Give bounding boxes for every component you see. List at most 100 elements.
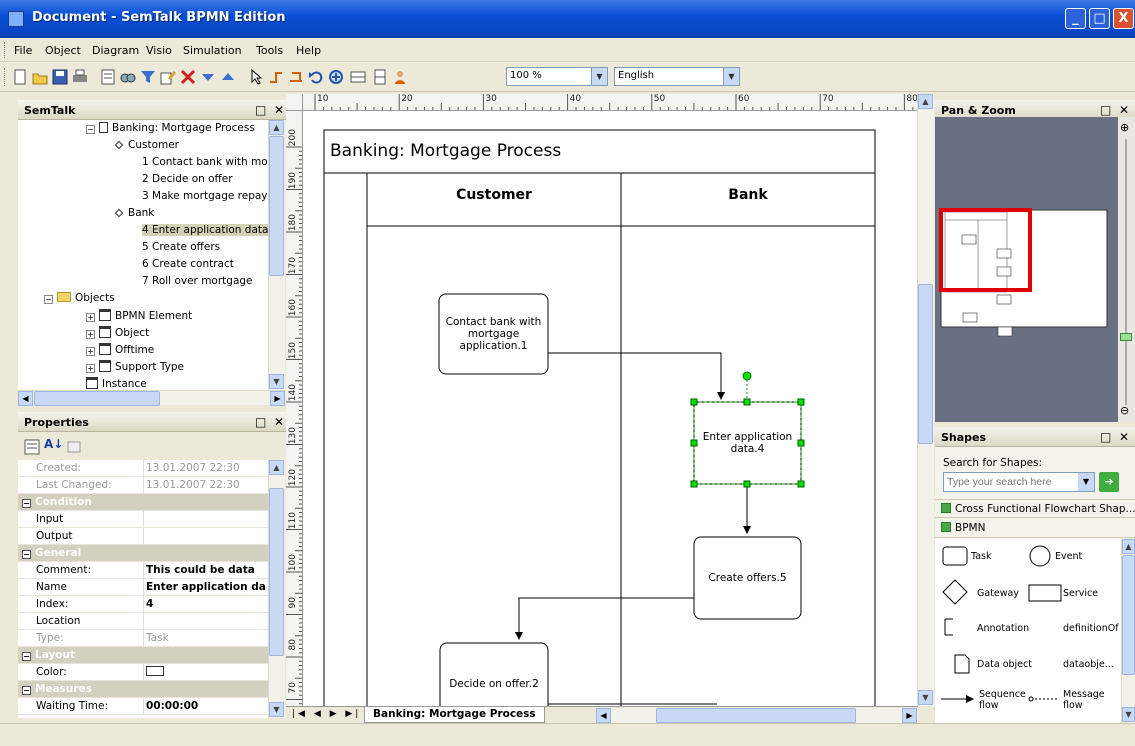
collapse-icon[interactable]: − [22, 652, 31, 661]
menu-visio[interactable]: Visio [146, 44, 172, 57]
tree-item[interactable]: + Support Type [86, 360, 184, 377]
shape-message-flow[interactable]: Message flow [1063, 689, 1105, 711]
rotation-handle[interactable] [742, 371, 752, 381]
close-button[interactable]: X [1113, 8, 1134, 29]
tree-item[interactable]: + BPMN Element [86, 309, 192, 326]
open-icon[interactable] [32, 69, 48, 85]
collapse-icon[interactable]: − [86, 125, 95, 134]
property-pages-icon[interactable] [66, 439, 82, 458]
property-value[interactable]: 4 [146, 598, 153, 610]
property-row[interactable]: Name Enter application da [18, 579, 268, 596]
chevron-down-icon[interactable]: ▼ [1078, 473, 1094, 491]
scroll-down-icon[interactable]: ▼ [269, 374, 284, 389]
tree-item[interactable]: Customer [114, 139, 179, 156]
property-row[interactable]: Output [18, 528, 268, 545]
search-go-icon[interactable]: ➔ [1099, 472, 1119, 492]
tree-item[interactable]: + Offtime [86, 343, 154, 360]
property-category[interactable]: − General [18, 545, 268, 562]
property-category[interactable]: − Layout [18, 647, 268, 664]
property-row[interactable]: Created: 13.01.2007 22:30 [18, 460, 268, 477]
tree-horizontal-scrollbar[interactable]: ◀ ▶ [18, 390, 285, 406]
shape-task[interactable]: Task [971, 551, 992, 562]
shape-data-object-assoc[interactable]: dataobje... [1063, 659, 1114, 670]
collapse-icon[interactable]: − [22, 686, 31, 695]
diagram-canvas[interactable]: Banking: Mortgage Process Customer Bank … [303, 111, 917, 706]
property-row[interactable]: Waiting Time: 00:00:00 [18, 698, 268, 715]
sort-az-icon[interactable]: A↓ [44, 437, 63, 451]
shape-annotation[interactable]: Annotation [977, 623, 1029, 634]
scroll-right-icon[interactable]: ▶ [902, 708, 917, 723]
menu-help[interactable]: Help [296, 44, 321, 57]
collapse-icon[interactable]: − [44, 295, 53, 304]
restore-icon[interactable]: □ [255, 415, 266, 429]
tree-item[interactable]: Bank [114, 207, 154, 224]
tree-item[interactable]: 3 Make mortgage repayr [142, 190, 268, 207]
zoom-out-icon[interactable]: ⊖ [1120, 404, 1129, 417]
properties-icon[interactable] [100, 69, 116, 85]
layout-icon[interactable] [350, 69, 366, 85]
expand-icon[interactable]: + [86, 347, 95, 356]
canvas-vertical-scrollbar[interactable]: ▲ ▼ [917, 94, 934, 706]
close-icon[interactable]: ✕ [274, 415, 284, 429]
scroll-left-icon[interactable]: ◀ [596, 708, 611, 723]
tree-item[interactable]: Instance [86, 377, 147, 390]
property-row[interactable]: Type: Task [18, 630, 268, 647]
new-icon[interactable] [12, 69, 28, 85]
property-value[interactable]: 13.01.2007 22:30 [146, 479, 240, 491]
shape-event[interactable]: Event [1055, 551, 1082, 562]
property-value[interactable]: This could be data [146, 564, 255, 576]
zoom-icon[interactable] [328, 69, 344, 85]
restore-icon[interactable]: □ [255, 103, 266, 117]
scroll-down-icon[interactable]: ▼ [918, 690, 933, 705]
find-icon[interactable] [120, 69, 136, 85]
scroll-thumb[interactable] [918, 284, 933, 444]
pointer-icon[interactable] [248, 68, 264, 85]
close-icon[interactable]: ✕ [274, 103, 284, 117]
tree-item[interactable]: − Objects [44, 292, 115, 309]
scroll-down-icon[interactable]: ▼ [269, 702, 284, 717]
shape-gateway[interactable]: Gateway [977, 588, 1019, 599]
edit-icon[interactable] [160, 69, 176, 85]
maximize-button[interactable]: □ [1089, 8, 1110, 29]
zoom-slider[interactable]: ⊕ ⊖ [1118, 117, 1135, 422]
move-up-icon[interactable] [220, 69, 236, 85]
close-icon[interactable]: ✕ [1119, 430, 1129, 444]
menu-simulation[interactable]: Simulation [183, 44, 242, 57]
zoom-in-icon[interactable]: ⊕ [1120, 121, 1129, 134]
shapes-vertical-scrollbar[interactable]: ▲ ▼ [1121, 539, 1135, 723]
shape-search-input[interactable] [943, 472, 1095, 492]
scroll-up-icon[interactable]: ▲ [1122, 539, 1135, 554]
undo-icon[interactable] [308, 69, 324, 85]
scroll-thumb[interactable] [269, 136, 284, 276]
shape-sequence-flow[interactable]: Sequence flow [979, 689, 1026, 711]
tree-item[interactable]: + Object [86, 326, 149, 343]
categorized-icon[interactable] [24, 439, 40, 458]
scroll-thumb[interactable] [269, 488, 284, 656]
property-value[interactable]: Enter application da [146, 581, 266, 593]
scroll-up-icon[interactable]: ▲ [269, 120, 284, 135]
expand-icon[interactable]: + [86, 313, 95, 322]
pan-zoom-view[interactable] [935, 117, 1118, 422]
property-category[interactable]: − Measures [18, 681, 268, 698]
color-swatch[interactable] [146, 666, 164, 676]
tree-item[interactable]: − Banking: Mortgage Process [86, 122, 255, 139]
restore-icon[interactable]: □ [1100, 430, 1111, 444]
minimize-button[interactable]: _ [1065, 8, 1086, 29]
collapse-icon[interactable]: − [22, 550, 31, 559]
tree-item[interactable]: 7 Roll over mortgage [142, 275, 253, 292]
save-icon[interactable] [52, 69, 68, 85]
tree-vertical-scrollbar[interactable]: ▲ ▼ [268, 120, 285, 390]
chevron-down-icon[interactable]: ▼ [723, 68, 739, 85]
property-row[interactable]: Index: 4 [18, 596, 268, 613]
scroll-up-icon[interactable]: ▲ [918, 94, 933, 109]
collapse-icon[interactable]: − [22, 499, 31, 508]
shape-service[interactable]: Service [1063, 588, 1098, 599]
property-row[interactable]: Color: [18, 664, 268, 681]
line-icon[interactable] [288, 69, 304, 85]
language-select[interactable]: English ▼ [614, 67, 740, 86]
expand-icon[interactable]: + [86, 330, 95, 339]
expand-icon[interactable]: + [86, 364, 95, 373]
tree-item[interactable]: 2 Decide on offer [142, 173, 233, 190]
menu-diagram[interactable]: Diagram [92, 44, 139, 57]
move-down-icon[interactable] [200, 69, 216, 85]
